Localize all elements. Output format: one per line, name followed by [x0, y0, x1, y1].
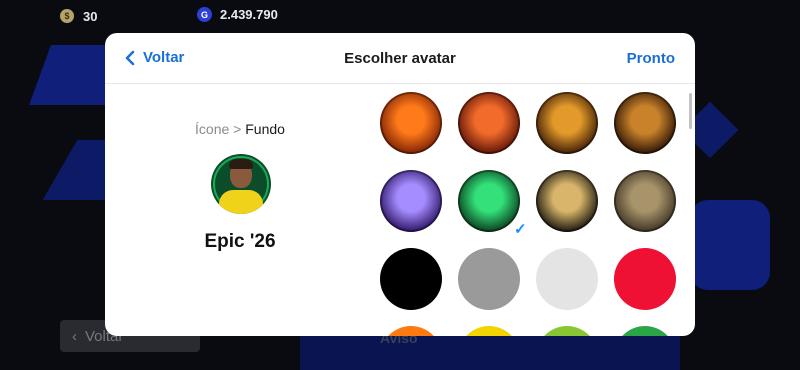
dialog-title: Escolher avatar: [344, 50, 456, 67]
avatar-red-swirl[interactable]: [458, 92, 520, 154]
avatar-pes-logo-black[interactable]: [536, 170, 598, 232]
preview-hair: [229, 159, 253, 169]
gp-display: G 2.439.790: [197, 7, 278, 22]
scrollbar[interactable]: [689, 93, 692, 129]
avatar-yellow[interactable]: [458, 326, 520, 336]
background-shape: [300, 330, 680, 370]
avatar-sand-texture[interactable]: [614, 170, 676, 232]
coins-value: 30: [83, 8, 98, 24]
avatar-gold-spiral[interactable]: [536, 92, 598, 154]
avatar-green[interactable]: [614, 326, 676, 336]
coin-icon: $: [60, 9, 74, 23]
breadcrumb-background-label: Fundo: [245, 121, 285, 137]
done-button[interactable]: Pronto: [627, 50, 675, 67]
breadcrumb-icon-label: Ícone: [195, 121, 230, 137]
coins-display: $ 30: [60, 7, 97, 25]
breadcrumb: Ícone > Fundo: [105, 121, 375, 137]
background-shape: [690, 200, 770, 290]
dialog-header: Voltar Escolher avatar Pronto: [105, 33, 695, 84]
gp-value: 2.439.790: [220, 7, 278, 22]
avatar-orange-flame[interactable]: [380, 92, 442, 154]
selected-avatar-name: Epic '26: [204, 231, 276, 252]
avatar-red[interactable]: [614, 248, 676, 310]
breadcrumb-separator: >: [233, 121, 242, 137]
preview-shirt: [219, 190, 263, 214]
avatar-gray[interactable]: [458, 248, 520, 310]
avatar-picker-dialog: Voltar Escolher avatar Pronto Ícone > Fu…: [105, 33, 695, 336]
chevron-left-icon: ‹: [72, 327, 77, 345]
gp-icon: G: [197, 7, 212, 22]
avatar-pes-logo-dark[interactable]: [614, 92, 676, 154]
avatar-orange[interactable]: [380, 326, 442, 336]
avatar-lime[interactable]: [536, 326, 598, 336]
selected-check-icon: ✓: [514, 221, 527, 238]
avatar-preview: [211, 154, 271, 214]
avatar-black[interactable]: [380, 248, 442, 310]
avatar-green-hexagon[interactable]: [458, 170, 520, 232]
avatar-purple-lightning[interactable]: [380, 170, 442, 232]
preview-pane: Ícone > Fundo Epic '26: [105, 84, 375, 336]
avatar-light-gray[interactable]: [536, 248, 598, 310]
